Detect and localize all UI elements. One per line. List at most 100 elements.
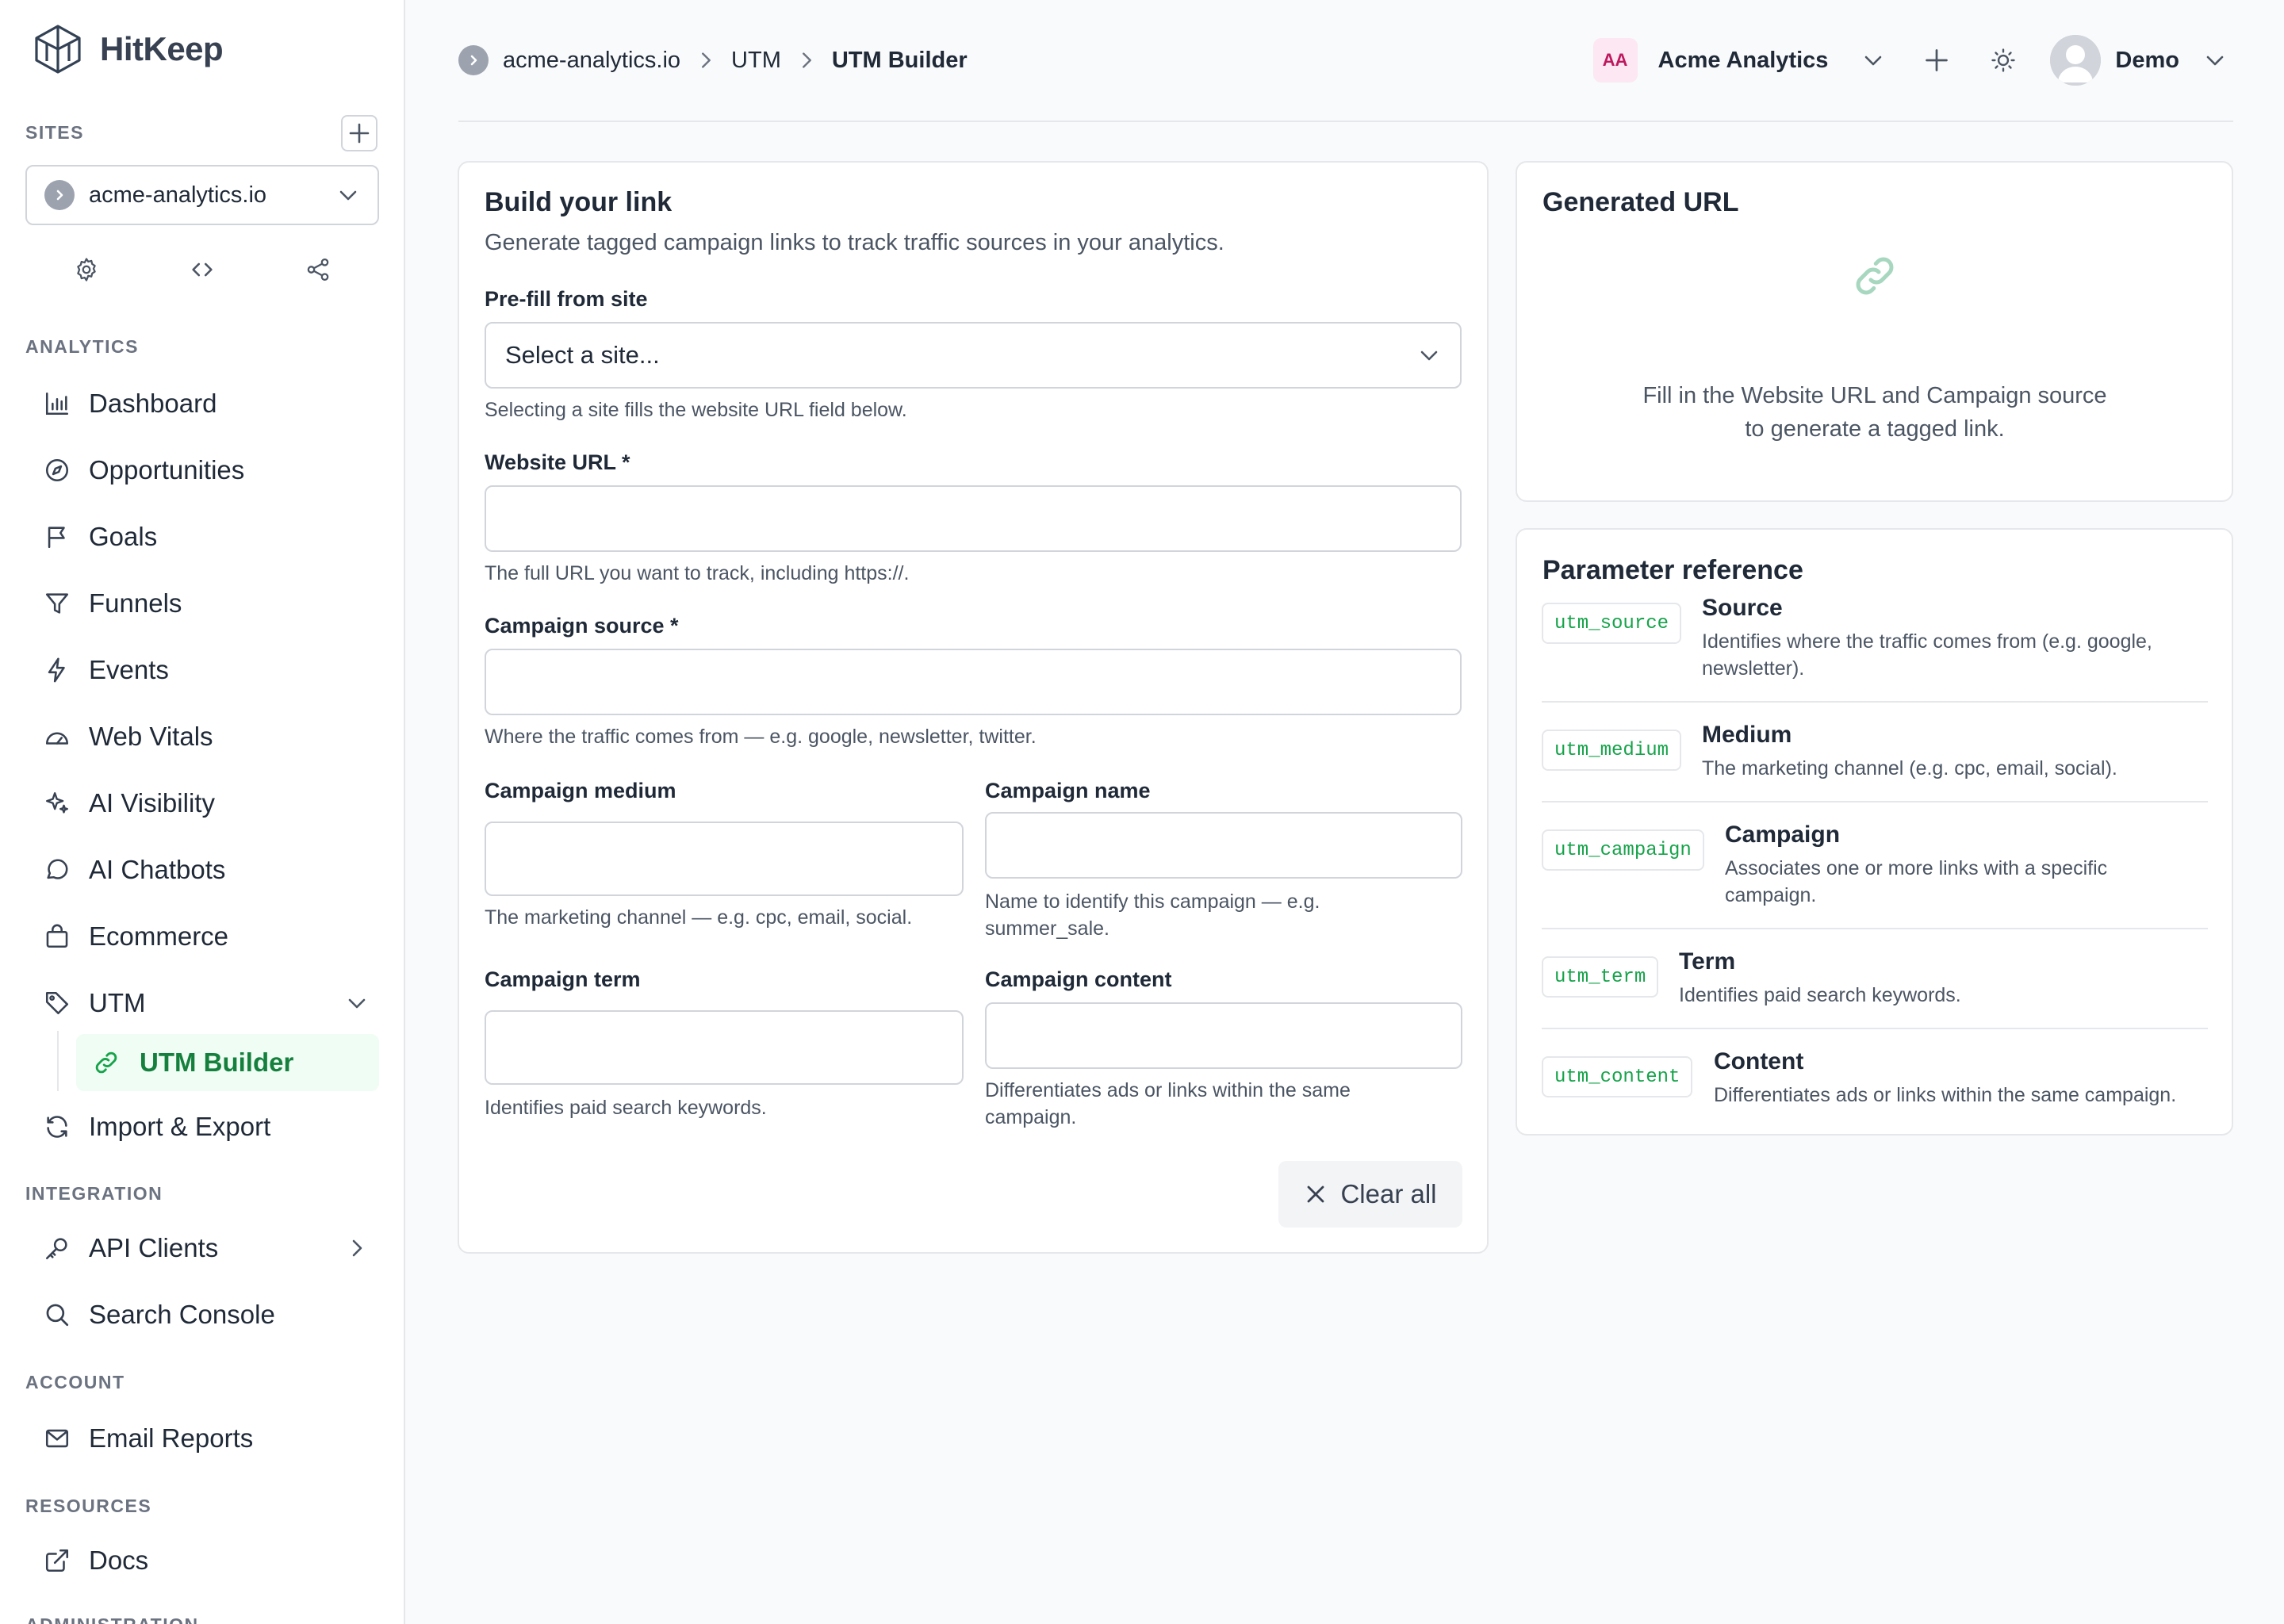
site-settings-gear-icon[interactable]	[72, 255, 101, 284]
share-icon[interactable]	[304, 255, 332, 284]
website-url-input[interactable]	[485, 485, 1462, 552]
link-icon	[1848, 252, 1902, 300]
top-header: acme-analytics.io UTM UTM Builder AA Acm…	[458, 0, 2233, 122]
sidebar-item-search-console[interactable]: Search Console	[33, 1289, 381, 1341]
gauge-icon	[41, 721, 73, 753]
hitkeep-logo-icon	[33, 24, 82, 75]
org-name[interactable]: Acme Analytics	[1658, 48, 1829, 74]
sidebar-item-label: Web Vitals	[89, 722, 213, 751]
sidebar-item-web-vitals[interactable]: Web Vitals	[33, 710, 381, 763]
tracking-code-icon[interactable]	[188, 255, 217, 284]
analytics-section-label: ANALYTICS	[25, 336, 139, 357]
site-favicon-icon	[458, 45, 489, 75]
funnel-icon	[41, 588, 73, 619]
campaign-medium-label: Campaign medium	[485, 779, 676, 802]
theme-toggle-sun-icon[interactable]	[1985, 42, 2021, 79]
sites-section-label: SITES	[25, 122, 84, 143]
param-row-utm-term: utm_term Term Identifies paid search key…	[1542, 948, 2208, 1006]
param-code: utm_medium	[1542, 730, 1682, 771]
param-name: Term	[1679, 948, 1736, 975]
sidebar-item-import-export[interactable]: Import & Export	[33, 1101, 381, 1153]
external-link-icon	[41, 1545, 73, 1576]
campaign-source-input[interactable]	[485, 649, 1462, 715]
header-actions: AA Acme Analytics Demo	[1592, 35, 2234, 86]
sidebar-item-api-clients[interactable]: API Clients	[33, 1222, 381, 1274]
brand-name: HitKeep	[100, 30, 224, 67]
sidebar-item-label: Import & Export	[89, 1112, 271, 1141]
sidebar-item-ecommerce[interactable]: Ecommerce	[33, 910, 381, 963]
sidebar-item-label: UTM	[89, 988, 146, 1017]
prefill-label: Pre-fill from site	[485, 287, 648, 311]
campaign-term-label: Campaign term	[485, 967, 641, 991]
campaign-name-label: Campaign name	[985, 779, 1151, 802]
sidebar-item-ai-visibility[interactable]: AI Visibility	[33, 777, 381, 829]
add-plus-icon[interactable]	[1918, 42, 1955, 79]
user-avatar[interactable]	[2050, 35, 2102, 86]
campaign-source-label: Campaign source *	[485, 614, 679, 638]
sidebar-item-label: AI Chatbots	[89, 855, 226, 884]
sparkles-icon	[41, 787, 73, 819]
param-code: utm_source	[1542, 603, 1682, 644]
campaign-name-input[interactable]	[985, 812, 1462, 879]
campaign-medium-input[interactable]	[485, 822, 964, 896]
close-icon	[1304, 1182, 1328, 1206]
chevron-right-icon	[792, 46, 821, 75]
sidebar-item-funnels[interactable]: Funnels	[33, 577, 381, 630]
sidebar-item-label: Goals	[89, 522, 158, 551]
divider	[1542, 928, 2208, 929]
sidebar-item-utm[interactable]: UTM	[33, 977, 381, 1029]
chevron-down-icon	[341, 987, 373, 1019]
sidebar-item-label: Search Console	[89, 1300, 275, 1329]
param-desc: The marketing channel (e.g. cpc, email, …	[1702, 757, 2117, 779]
campaign-term-input[interactable]	[485, 1010, 964, 1085]
brand[interactable]: HitKeep	[33, 24, 224, 75]
sidebar-item-utm-builder[interactable]: UTM Builder	[76, 1034, 379, 1091]
param-row-utm-medium: utm_medium Medium The marketing channel …	[1542, 722, 2208, 779]
sidebar-item-opportunities[interactable]: Opportunities	[33, 444, 381, 496]
user-name[interactable]: Demo	[2115, 48, 2179, 74]
user-menu-chevron-down-icon[interactable]	[2197, 42, 2233, 79]
chevron-down-icon	[1417, 343, 1441, 367]
chevron-right-icon	[341, 1232, 373, 1264]
prefill-site-placeholder: Select a site...	[505, 341, 660, 369]
param-name: Source	[1702, 595, 1783, 621]
sidebar-item-events[interactable]: Events	[33, 644, 381, 696]
param-row-utm-campaign: utm_campaign Campaign Associates one or …	[1542, 822, 2208, 909]
clear-all-button[interactable]: Clear all	[1278, 1161, 1462, 1228]
sidebar-item-label: Ecommerce	[89, 921, 229, 951]
chevron-down-icon	[336, 183, 360, 207]
bar-chart-icon	[41, 388, 73, 419]
param-name: Campaign	[1725, 822, 1841, 848]
breadcrumb-utm[interactable]: UTM	[731, 48, 781, 74]
sidebar-item-ai-chatbots[interactable]: AI Chatbots	[33, 844, 381, 896]
sidebar-item-label: Events	[89, 655, 169, 684]
sidebar-item-dashboard[interactable]: Dashboard	[33, 377, 381, 430]
resources-section-label: RESOURCES	[25, 1496, 152, 1516]
website-url-label: Website URL *	[485, 450, 630, 474]
org-switcher-chevron-down-icon[interactable]	[1855, 42, 1891, 79]
sidebar-item-docs[interactable]: Docs	[33, 1534, 381, 1587]
sidebar-item-email-reports[interactable]: Email Reports	[33, 1412, 381, 1465]
sidebar: HitKeep SITES acme-analytics.io ANALYTIC…	[0, 0, 405, 1624]
breadcrumb-site[interactable]: acme-analytics.io	[503, 48, 680, 74]
build-link-subtitle: Generate tagged campaign links to track …	[485, 230, 1224, 255]
sidebar-item-label: Dashboard	[89, 389, 217, 418]
site-selector[interactable]: acme-analytics.io	[25, 165, 379, 225]
breadcrumb-current: UTM Builder	[831, 47, 968, 73]
prefill-help: Selecting a site fills the website URL f…	[485, 399, 907, 421]
campaign-content-help: Differentiates ads or links within the s…	[985, 1079, 1351, 1128]
prefill-site-select[interactable]: Select a site...	[485, 322, 1462, 389]
campaign-content-input[interactable]	[985, 1002, 1462, 1069]
org-avatar: AA	[1592, 38, 1638, 82]
integration-section-label: INTEGRATION	[25, 1183, 163, 1204]
add-site-button[interactable]	[341, 115, 377, 151]
sidebar-item-label: UTM Builder	[140, 1048, 294, 1077]
sidebar-item-goals[interactable]: Goals	[33, 511, 381, 563]
param-desc: Identifies paid search keywords.	[1679, 984, 1961, 1006]
chat-bubble-icon	[41, 854, 73, 886]
generated-url-title: Generated URL	[1542, 187, 1739, 217]
submenu-rail	[57, 1031, 59, 1091]
campaign-source-help: Where the traffic comes from — e.g. goog…	[485, 726, 1037, 748]
param-desc: Associates one or more links with a spec…	[1725, 857, 2108, 906]
param-row-utm-source: utm_source Source Identifies where the t…	[1542, 595, 2208, 682]
